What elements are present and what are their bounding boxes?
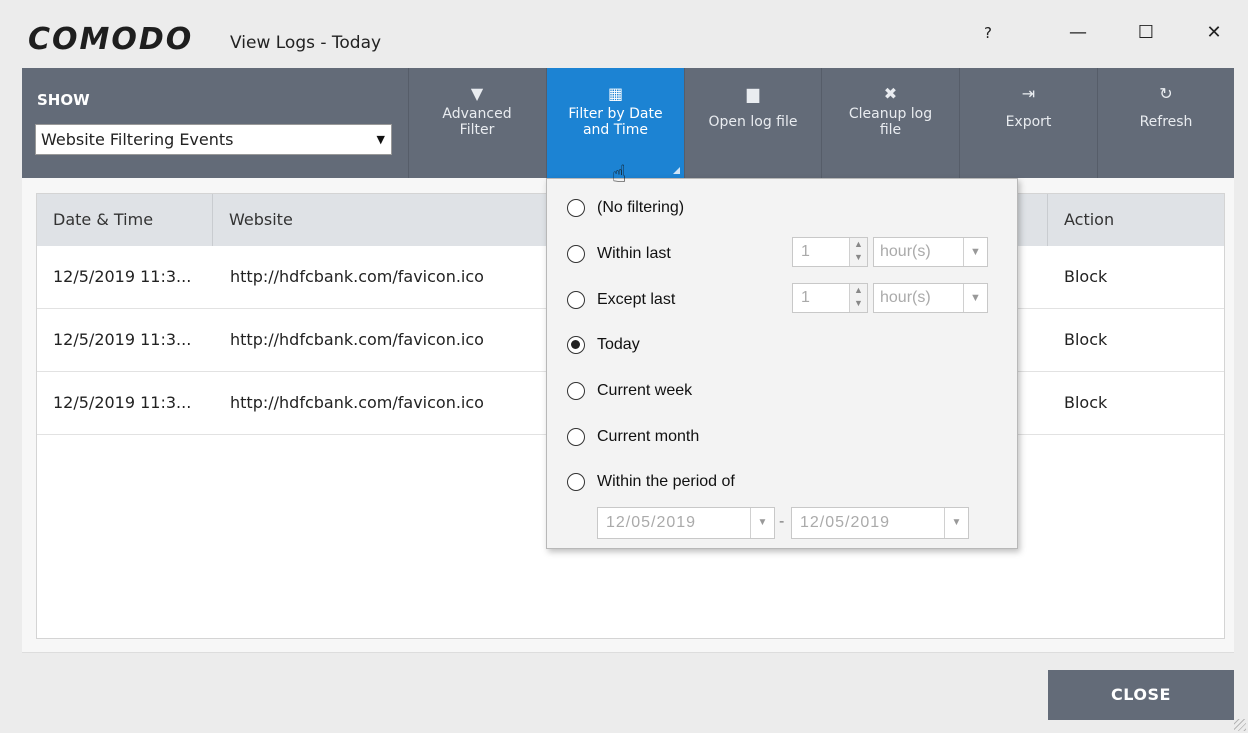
option-label: Current month (597, 428, 700, 445)
except-last-unit: hour(s) (880, 289, 931, 306)
column-header-action[interactable]: Action (1048, 194, 1224, 246)
refresh-label: Refresh (1139, 114, 1193, 130)
show-label: SHOW (37, 91, 90, 109)
row-action: Block (1064, 330, 1108, 349)
close-button[interactable]: CLOSE (1048, 670, 1234, 720)
view-logs-window: COMODO View Logs - Today ? — ☐ ✕ SHOW We… (0, 0, 1248, 733)
within-last-value: 1 (801, 243, 810, 260)
option-label: Except last (597, 291, 676, 308)
row-website: http://hdfcbank.com/favicon.ico (230, 330, 484, 349)
advanced-filter-button[interactable]: ▼ Advanced Filter (408, 68, 545, 178)
export-button[interactable]: ⇥ Export (959, 68, 1097, 178)
stepper-arrows-icon[interactable]: ▲ ▼ (849, 284, 867, 312)
period-to-date[interactable]: 12/05/2019 ▼ (791, 507, 969, 539)
cleanup-log-label-1: Cleanup log (848, 106, 933, 122)
stepper-arrows-icon[interactable]: ▲ ▼ (849, 238, 867, 266)
refresh-icon: ↻ (1159, 84, 1173, 103)
date-filter-popup: (No filtering) Within last 1 ▲ ▼ hour(s) … (546, 178, 1018, 549)
hand-cursor-icon: ☝ (612, 160, 627, 188)
within-last-unit-select[interactable]: hour(s) ▼ (873, 237, 988, 267)
show-dropdown[interactable]: Website Filtering Events ▼ (35, 124, 392, 155)
column-header-date-time[interactable]: Date & Time (37, 194, 213, 246)
title-bar: COMODO View Logs - Today ? — ☐ ✕ (0, 0, 1248, 68)
row-action: Block (1064, 267, 1108, 286)
x-icon: ✖ (883, 84, 898, 103)
chevron-down-icon: ▼ (944, 508, 968, 538)
calendar-icon: ▦ (607, 84, 624, 103)
close-window-button[interactable]: ✕ (1194, 18, 1234, 48)
row-date: 12/5/2019 11:3... (53, 267, 192, 286)
resize-grip-icon[interactable] (1234, 719, 1246, 731)
except-last-value: 1 (801, 289, 810, 306)
option-label: (No filtering) (597, 199, 685, 216)
period-from-value: 12/05/2019 (606, 514, 697, 531)
option-label: Today (597, 336, 640, 353)
open-log-file-label: Open log file (708, 114, 798, 130)
row-action: Block (1064, 393, 1108, 412)
minimize-button[interactable]: — (1058, 18, 1098, 48)
window-title: View Logs - Today (230, 33, 382, 53)
radio-within-period[interactable] (567, 473, 585, 491)
maximize-button[interactable]: ☐ (1126, 18, 1166, 48)
advanced-filter-label-1: Advanced (442, 106, 512, 122)
show-dropdown-value: Website Filtering Events (41, 130, 234, 149)
radio-except-last[interactable] (567, 291, 585, 309)
toolbar: SHOW Website Filtering Events ▼ ▼ Advanc… (22, 68, 1234, 178)
except-last-unit-select[interactable]: hour(s) ▼ (873, 283, 988, 313)
radio-current-month[interactable] (567, 428, 585, 446)
within-last-stepper[interactable]: 1 ▲ ▼ (792, 237, 868, 267)
dropdown-indicator-icon (673, 167, 680, 174)
advanced-filter-label-2: Filter (459, 122, 495, 138)
export-label: Export (1005, 114, 1052, 130)
filter-by-date-label-1: Filter by Date (568, 106, 663, 122)
radio-no-filtering[interactable] (567, 199, 585, 217)
refresh-button[interactable]: ↻ Refresh (1097, 68, 1234, 178)
except-last-stepper[interactable]: 1 ▲ ▼ (792, 283, 868, 313)
row-website: http://hdfcbank.com/favicon.ico (230, 393, 484, 412)
chevron-down-icon: ▼ (963, 284, 987, 312)
comodo-logo: COMODO (28, 22, 194, 57)
row-website: http://hdfcbank.com/favicon.ico (230, 267, 484, 286)
option-label: Within the period of (597, 473, 735, 490)
radio-within-last[interactable] (567, 245, 585, 263)
open-log-file-button[interactable]: ▆ Open log file (684, 68, 821, 178)
filter-by-date-label-2: and Time (582, 122, 649, 138)
option-label: Within last (597, 245, 671, 262)
radio-current-week[interactable] (567, 382, 585, 400)
help-button[interactable]: ? (968, 18, 1008, 48)
cleanup-log-label-2: file (879, 122, 902, 138)
folder-icon: ▆ (746, 84, 760, 103)
radio-today[interactable] (567, 336, 585, 354)
funnel-icon: ▼ (470, 84, 484, 103)
period-to-value: 12/05/2019 (800, 514, 891, 531)
period-from-date[interactable]: 12/05/2019 ▼ (597, 507, 775, 539)
within-last-unit: hour(s) (880, 243, 931, 260)
chevron-down-icon: ▼ (376, 133, 385, 146)
chevron-down-icon: ▼ (963, 238, 987, 266)
option-label: Current week (597, 382, 693, 399)
row-date: 12/5/2019 11:3... (53, 330, 192, 349)
chevron-down-icon: ▼ (750, 508, 774, 538)
export-icon: ⇥ (1021, 84, 1036, 103)
date-range-dash: - (779, 513, 785, 530)
cleanup-log-file-button[interactable]: ✖ Cleanup log file (821, 68, 959, 178)
row-date: 12/5/2019 11:3... (53, 393, 192, 412)
